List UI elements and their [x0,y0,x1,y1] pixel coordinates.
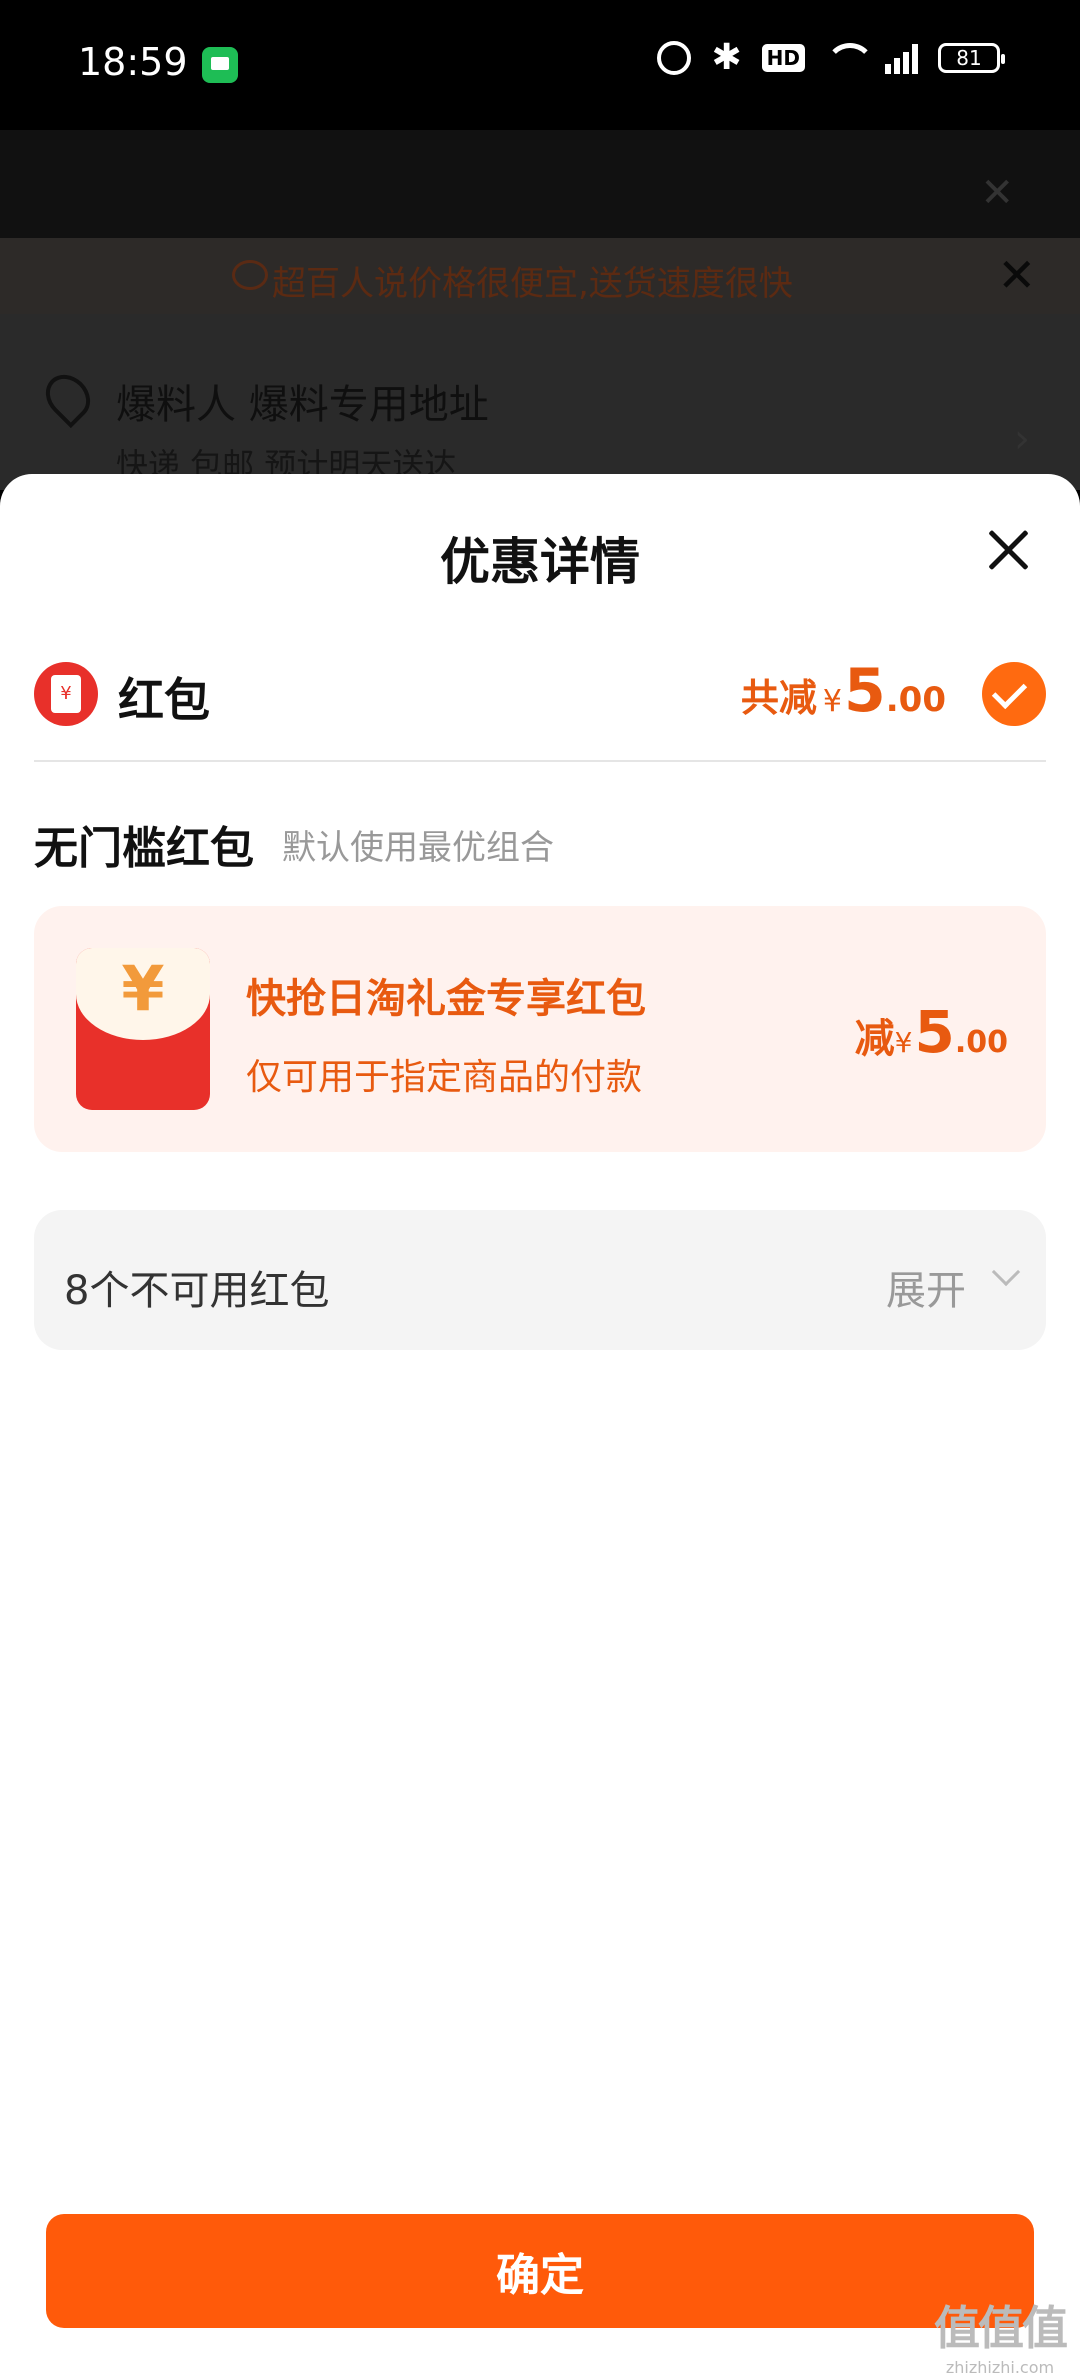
wifi-icon [825,43,875,73]
unavailable-coupons-row[interactable]: 8个不可用红包 展开 [34,1210,1046,1350]
coupon-description: 仅可用于指定商品的付款 [246,1057,643,1098]
coupon-amount-dec: .00 [954,1025,1008,1060]
chevron-down-icon [991,1257,1021,1287]
hongbao-row[interactable]: 红包 共减 ¥ 5 .00 [34,654,1046,736]
background-top-strip: ✕ [0,130,1080,238]
discount-details-sheet: 优惠详情 红包 共减 ¥ 5 .00 无门槛红包 默认使用最优组合 ¥ 快抢日淘… [0,474,1080,2376]
divider [34,760,1046,762]
yen-icon: ¥ [121,952,165,1025]
chat-bubble-icon [232,260,268,290]
close-icon[interactable] [980,522,1036,578]
coupon-amount-int: 5 [914,998,955,1066]
watermark-logo: 值值值 zhizhizhi.com [934,2292,1068,2376]
chevron-right-icon: › [1014,416,1030,462]
expand-label: 展开 [886,1268,966,1314]
coupon-amount-label: 减 [854,1016,895,1062]
signal-5g-icon [885,42,918,74]
red-envelope-icon: ¥ [76,948,210,1110]
sheet-title: 优惠详情 [440,533,640,591]
coupon-title: 快抢日淘礼金专享红包 [246,976,646,1022]
check-icon[interactable] [982,662,1046,726]
battery-icon: 81 [938,43,1005,73]
background-page: ✕ 超百人说价格很便宜,送货速度很快 ✕ 爆料人 爆料专用地址 快递 包邮 预计… [0,130,1080,490]
hongbao-label: 红包 [118,673,210,727]
total-amount-int: 5 [844,656,886,726]
red-packet-icon [34,662,98,726]
total-amount-dec: .00 [885,680,946,720]
total-discount-label: 共减 [740,676,817,720]
background-notice-text: 超百人说价格很便宜,送货速度很快 [272,264,793,304]
bluetooth-icon: ✱ [711,37,742,78]
status-time: 18:59 [78,40,188,84]
section-subtitle: 默认使用最优组合 [282,828,554,868]
section-title: 无门槛红包 [34,823,254,874]
currency-symbol: ¥ [822,684,843,719]
status-bar: 18:59 ✱ HD 81 [0,0,1080,130]
background-address-name: 爆料人 爆料专用地址 [116,382,489,428]
alarm-icon [657,41,692,75]
location-pin-icon [36,365,100,429]
coupon-card[interactable]: ¥ 快抢日淘礼金专享红包 仅可用于指定商品的付款 减 ¥ 5 .00 [34,906,1046,1152]
notice-close-icon: ✕ [997,248,1036,302]
hd-icon: HD [761,44,805,72]
watermark-url: zhizhizhi.com [945,2358,1055,2376]
unavailable-label: 8个不可用红包 [64,1268,330,1314]
message-app-icon [202,47,238,83]
status-icons: ✱ HD 81 [657,37,1005,78]
background-notice-bar: 超百人说价格很便宜,送货速度很快 ✕ [0,238,1080,314]
confirm-button[interactable]: 确定 [46,2214,1034,2328]
watermark-text: 值值值 [934,2301,1068,2355]
background-close-icon: ✕ [980,170,1014,216]
currency-symbol: ¥ [894,1026,913,1059]
coupon-amount: 减 ¥ 5 .00 [855,998,1008,1066]
total-discount: 共减 ¥ 5 .00 [741,656,946,726]
